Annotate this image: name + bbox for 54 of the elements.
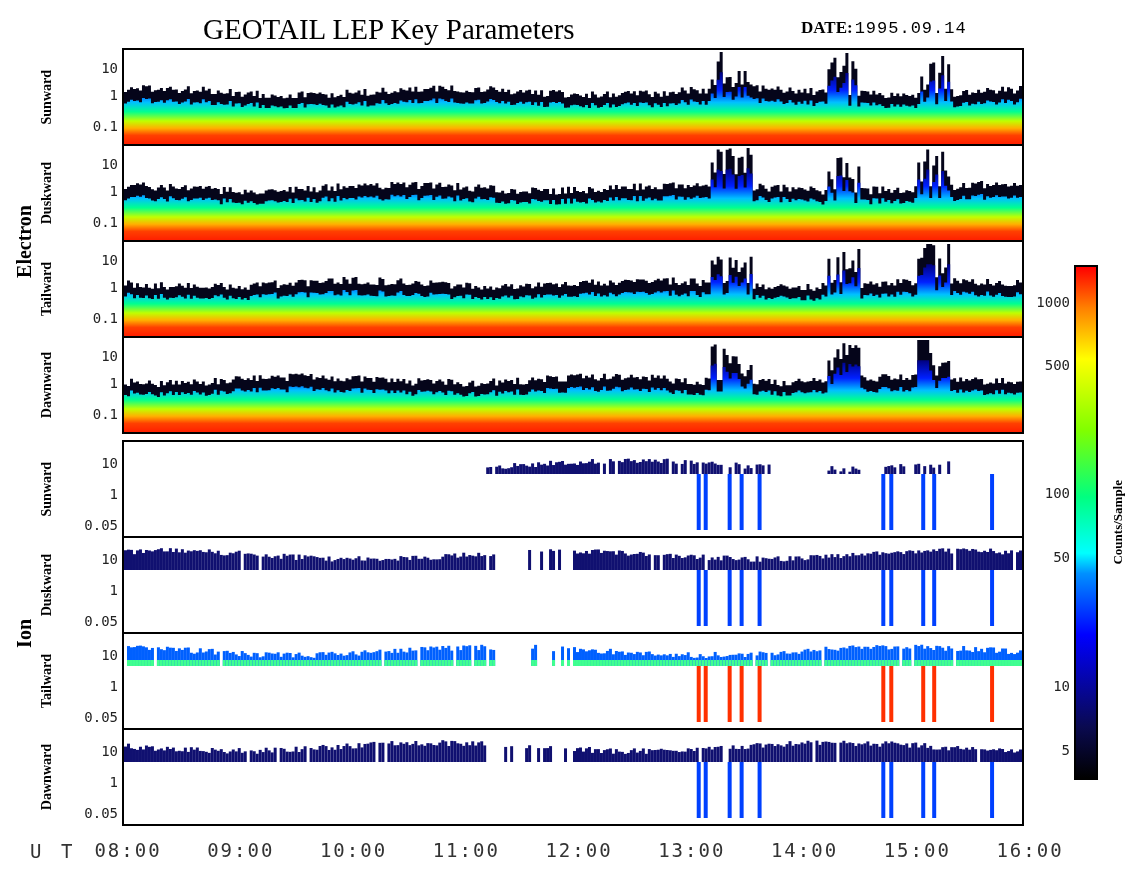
x-tick-label: 09:00 xyxy=(207,839,275,861)
x-tick-label: 16:00 xyxy=(996,839,1064,861)
y-tick-label: 0.1 xyxy=(92,118,118,135)
colorbar-tick-label: 50 xyxy=(1053,549,1070,565)
panel-label: Duskward xyxy=(39,161,55,225)
y-tick-label: 0.05 xyxy=(84,517,118,534)
x-tick-label: 10:00 xyxy=(319,839,388,861)
date-value: 1995.09.14 xyxy=(854,18,967,40)
y-tick-label: 0.05 xyxy=(84,709,118,726)
y-tick-label: 1 xyxy=(109,279,118,296)
y-tick-label: 10 xyxy=(101,454,118,471)
colorbar-tick-label: 5 xyxy=(1061,742,1070,759)
date-label: DATE: xyxy=(801,17,853,39)
panel-label: Sunward xyxy=(39,461,55,517)
y-tick-label: 0.1 xyxy=(92,406,118,423)
colorbar-tick-label: 10 xyxy=(1053,677,1070,694)
panel-label: Dawnward xyxy=(39,351,55,419)
y-tick-label: 10 xyxy=(101,155,118,172)
colorbar-tick-label: 100 xyxy=(1044,485,1070,502)
panel-label: Dawnward xyxy=(39,743,55,811)
y-tick-label: 0.05 xyxy=(84,613,118,630)
y-tick-label: 1 xyxy=(109,677,118,694)
y-tick-label: 10 xyxy=(101,550,118,567)
x-tick-label: 14:00 xyxy=(770,839,839,861)
y-tick-label: 10 xyxy=(101,347,118,364)
y-tick-label: 1 xyxy=(109,183,118,200)
x-tick-label: 12:00 xyxy=(545,839,613,861)
y-tick-label: 1 xyxy=(109,773,118,790)
y-tick-label: 1 xyxy=(109,375,118,392)
colorbar-tick-label: 1000 xyxy=(1036,294,1070,311)
y-tick-label: 0.05 xyxy=(84,805,118,822)
x-tick-label: 08:00 xyxy=(94,839,162,861)
y-tick-label: 10 xyxy=(101,742,118,759)
y-tick-label: 10 xyxy=(101,251,118,268)
y-tick-label: 0.1 xyxy=(92,310,118,327)
group-label: Electron xyxy=(12,204,36,278)
panel-label: Tailward xyxy=(39,654,55,708)
chart-title: GEOTAIL LEP Key Parameters xyxy=(203,12,576,46)
group-label: Ion xyxy=(12,618,36,648)
panel-label: Sunward xyxy=(39,69,55,125)
x-tick-label: 15:00 xyxy=(883,839,951,861)
y-tick-label: 10 xyxy=(101,646,118,663)
y-tick-label: 10 xyxy=(101,59,118,76)
panel-label: Duskward xyxy=(39,553,55,617)
colorbar-label: Counts/Sample xyxy=(1110,480,1126,565)
x-axis-label: U T xyxy=(30,840,77,862)
y-tick-label: 0.1 xyxy=(92,214,118,231)
y-tick-label: 1 xyxy=(109,485,118,502)
x-tick-label: 11:00 xyxy=(432,839,500,861)
y-tick-label: 1 xyxy=(109,87,118,104)
y-tick-label: 1 xyxy=(109,581,118,598)
x-tick-label: 13:00 xyxy=(658,839,726,861)
colorbar-tick-label: 500 xyxy=(1044,356,1070,373)
panel-label: Tailward xyxy=(39,262,55,316)
